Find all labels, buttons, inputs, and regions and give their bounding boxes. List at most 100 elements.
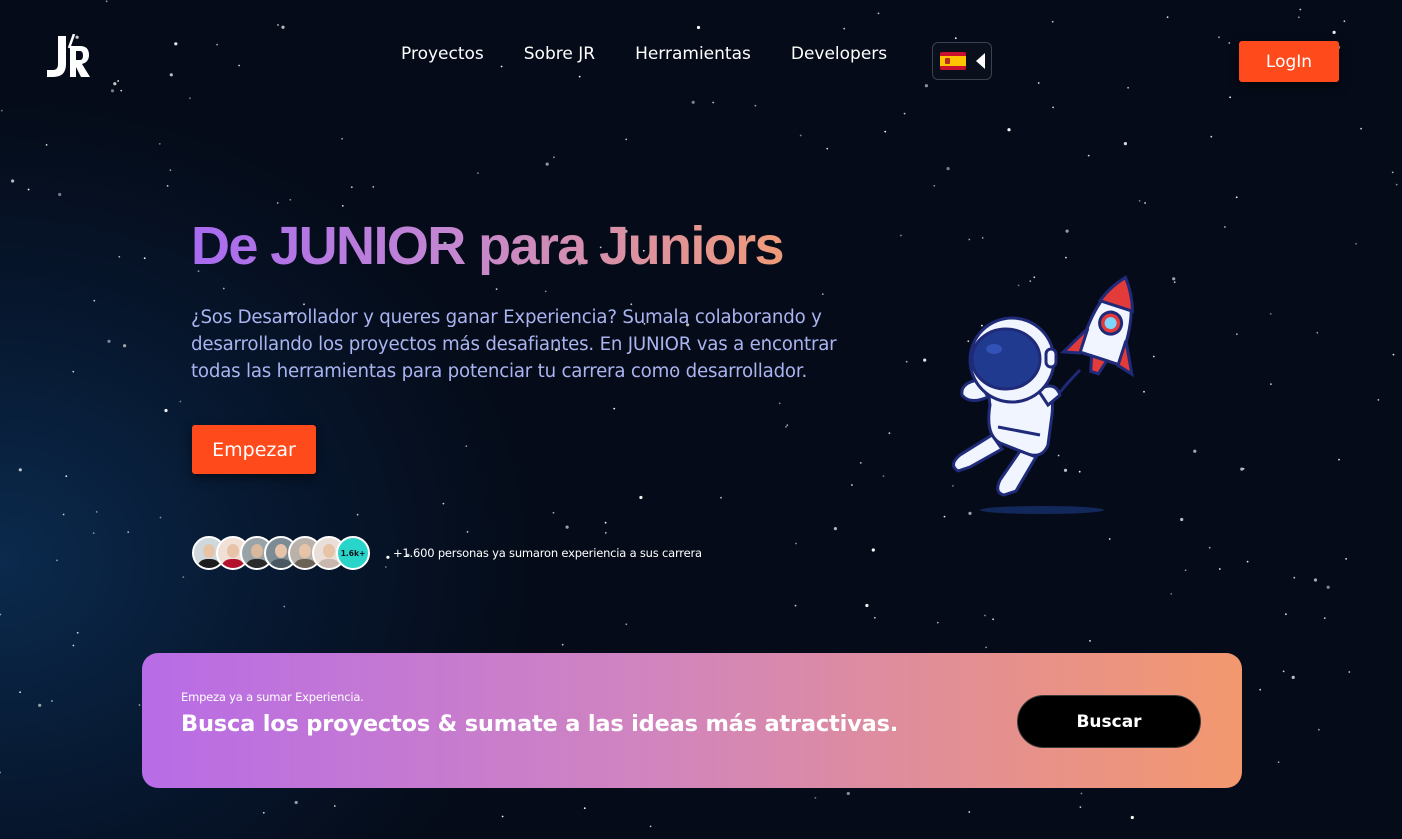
star [1360, 127, 1362, 130]
star [1079, 806, 1082, 808]
star [341, 205, 344, 207]
star [1246, 560, 1249, 563]
star [954, 37, 957, 40]
star [873, 616, 876, 619]
nav-link-herramientas[interactable]: Herramientas [635, 42, 751, 66]
star [169, 169, 172, 172]
star [1130, 815, 1134, 820]
star [38, 703, 42, 707]
star [113, 82, 117, 86]
star [72, 370, 75, 373]
star [778, 402, 781, 405]
star [1108, 538, 1111, 540]
star [1236, 333, 1238, 336]
star [604, 521, 607, 524]
avatar-group: 1.6k+ [192, 536, 370, 570]
star [968, 238, 971, 241]
jr-logo-icon[interactable] [44, 34, 92, 80]
star [105, 0, 108, 3]
star [1228, 42, 1231, 44]
star [1080, 792, 1083, 795]
star [1282, 670, 1285, 673]
star [578, 75, 581, 78]
star [143, 257, 146, 260]
star [1326, 585, 1330, 589]
star [1065, 256, 1067, 259]
star [1277, 761, 1280, 763]
star [552, 511, 555, 514]
language-selector[interactable] [932, 42, 992, 80]
star [262, 811, 265, 814]
star [625, 623, 628, 626]
star [107, 339, 111, 343]
star [877, 12, 880, 15]
star [946, 167, 950, 171]
star [625, 138, 628, 141]
nav-link-developers[interactable]: Developers [791, 42, 887, 66]
star [110, 89, 115, 93]
star [238, 64, 241, 67]
star [1193, 449, 1197, 453]
star [1170, 593, 1173, 595]
star [169, 73, 173, 77]
star [283, 605, 286, 608]
star [495, 288, 498, 290]
star [289, 198, 292, 201]
search-button[interactable]: Buscar [1017, 695, 1201, 748]
hero-subtitle: ¿Sos Desarrollador y queres ganar Experi… [191, 307, 837, 382]
star [1293, 576, 1296, 579]
star [276, 202, 279, 204]
star [900, 234, 902, 237]
star [333, 805, 336, 807]
star [786, 424, 789, 427]
star [936, 621, 939, 624]
star [1348, 671, 1351, 673]
star [1259, 688, 1262, 691]
star [544, 290, 547, 293]
star [1377, 399, 1380, 401]
star [1355, 242, 1357, 245]
star [795, 542, 797, 545]
star [277, 24, 279, 26]
star [1138, 200, 1141, 202]
star [1229, 96, 1231, 99]
star [814, 797, 817, 799]
star [1184, 569, 1187, 572]
avatar-count-badge: 1.6k+ [336, 536, 370, 570]
star [649, 825, 652, 828]
star [1089, 640, 1091, 642]
star [1127, 86, 1129, 89]
star [294, 800, 298, 805]
star [613, 407, 616, 410]
star [924, 84, 929, 88]
star [62, 513, 65, 516]
star [158, 143, 161, 145]
star [356, 513, 359, 516]
star [93, 299, 96, 302]
astronaut-rocket-icon [952, 275, 1134, 514]
star [442, 502, 445, 505]
star [1392, 353, 1395, 356]
star [826, 147, 829, 150]
star [1299, 8, 1302, 11]
star [871, 548, 875, 552]
star [933, 184, 936, 187]
nav-link-sobre-jr[interactable]: Sobre JR [524, 42, 595, 66]
star [561, 643, 564, 646]
star [216, 43, 219, 46]
star [45, 144, 48, 146]
star [1218, 36, 1220, 39]
star [127, 531, 130, 533]
nav-link-proyectos[interactable]: Proyectos [401, 42, 484, 66]
star [1007, 128, 1011, 132]
star [341, 137, 343, 140]
star [981, 237, 984, 239]
star [76, 631, 79, 634]
login-button[interactable]: LogIn [1239, 41, 1339, 82]
cta-title: Busca los proyectos & sumate a las ideas… [181, 711, 899, 737]
star [785, 426, 787, 428]
star [27, 188, 30, 191]
star [18, 468, 22, 472]
star [465, 445, 468, 447]
start-button[interactable]: Empezar [192, 425, 316, 474]
